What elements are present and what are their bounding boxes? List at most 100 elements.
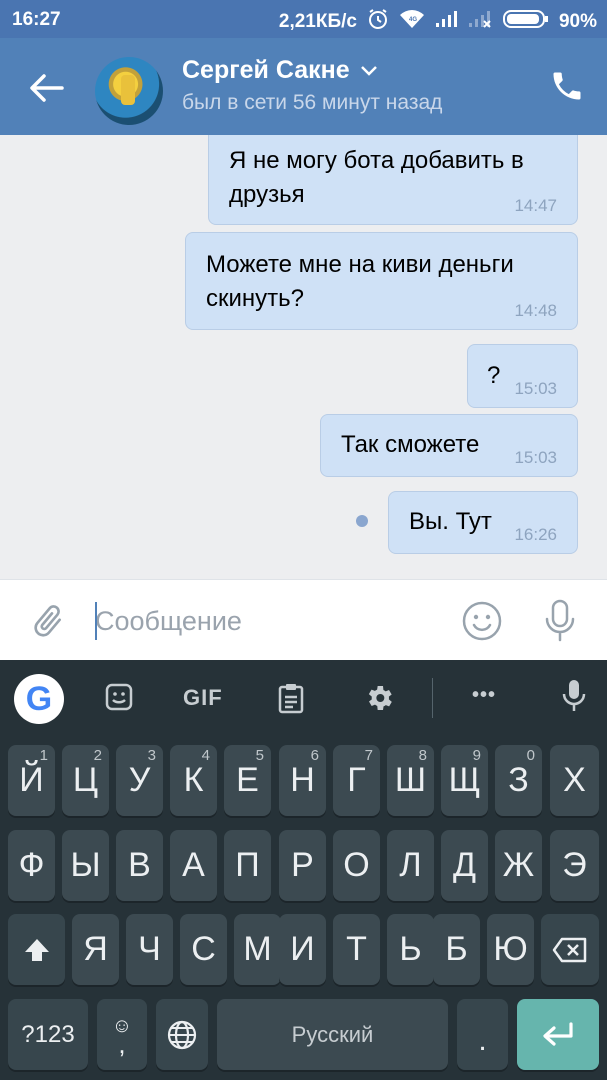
enter-key[interactable]: [517, 999, 599, 1070]
key-я[interactable]: Я: [72, 914, 119, 985]
key-hint: 8: [418, 747, 427, 764]
key-у[interactable]: У3: [116, 745, 163, 816]
key-з[interactable]: З0: [495, 745, 542, 816]
key-hint: 9: [472, 747, 481, 764]
key-label: Ы: [70, 846, 101, 884]
key-с[interactable]: С: [180, 914, 227, 985]
key-label: .: [478, 1024, 487, 1057]
symbols-key[interactable]: ?123: [8, 999, 88, 1070]
battery-icon: [502, 8, 550, 36]
chevron-down-icon: [360, 65, 377, 76]
key-и[interactable]: И: [279, 914, 326, 985]
key-ц[interactable]: Ц2: [62, 745, 109, 816]
key-label: К: [183, 761, 204, 799]
message-bubble[interactable]: Я не могу бота добавить в друзья 14:47: [208, 135, 578, 225]
attach-button[interactable]: [28, 600, 68, 644]
key-ж[interactable]: Ж: [495, 830, 542, 901]
key-в[interactable]: В: [116, 830, 163, 901]
key-ф[interactable]: Ф: [8, 830, 55, 901]
key-п[interactable]: П: [224, 830, 271, 901]
microphone-icon[interactable]: [561, 678, 587, 719]
language-key[interactable]: [156, 999, 208, 1070]
more-icon[interactable]: •••: [472, 684, 496, 707]
space-key[interactable]: Русский: [217, 999, 448, 1070]
key-т[interactable]: Т: [333, 914, 380, 985]
message-composer: [0, 579, 607, 660]
google-label: G: [25, 679, 53, 718]
shift-key[interactable]: [8, 914, 65, 985]
key-щ[interactable]: Щ9: [441, 745, 488, 816]
key-д[interactable]: Д: [441, 830, 488, 901]
voice-record-button[interactable]: [540, 598, 580, 644]
key-г[interactable]: Г7: [333, 745, 380, 816]
message-bubble[interactable]: Вы. Тут 16:26: [388, 491, 578, 554]
chat-header: Сергей Сакне был в сети 56 минут назад: [0, 38, 607, 135]
clipboard-icon[interactable]: [277, 682, 305, 719]
key-label: Ю: [493, 930, 528, 968]
key-label: Е: [236, 761, 259, 799]
key-hint: 2: [93, 747, 102, 764]
key-р[interactable]: Р: [279, 830, 326, 901]
key-й[interactable]: Й1: [8, 745, 55, 816]
google-icon[interactable]: G: [14, 674, 64, 724]
key-ы[interactable]: Ы: [62, 830, 109, 901]
emoji-comma-key[interactable]: ☺ ,: [97, 999, 147, 1070]
key-label: М: [243, 930, 272, 968]
key-ш[interactable]: Ш8: [387, 745, 434, 816]
gif-icon[interactable]: GIF: [183, 685, 223, 711]
key-label: Т: [346, 930, 367, 968]
keyboard-toolbar: G GIF •••: [0, 660, 607, 732]
key-э[interactable]: Э: [550, 830, 599, 901]
key-label: Ш: [394, 761, 427, 799]
status-bar: 16:27 2,21КБ/с 4G 90%: [0, 0, 607, 38]
key-hint: 4: [201, 747, 210, 764]
message-input[interactable]: [95, 600, 435, 642]
key-к[interactable]: К4: [170, 745, 217, 816]
message-time: 15:03: [514, 379, 557, 398]
contact-name-button[interactable]: Сергей Сакне: [182, 56, 378, 85]
emoji-button[interactable]: [461, 600, 503, 642]
backspace-icon: [552, 937, 587, 962]
key-а[interactable]: А: [170, 830, 217, 901]
message-text: Я не могу бота добавить в друзья: [229, 147, 524, 208]
key-hint: 7: [364, 747, 373, 764]
key-label: Д: [452, 846, 477, 884]
settings-icon[interactable]: [363, 682, 395, 719]
key-ч[interactable]: Ч: [126, 914, 173, 985]
message-text: Можете мне на киви деньги скинуть?: [206, 251, 514, 312]
enter-icon: [543, 1021, 573, 1046]
key-label: Русский: [291, 1021, 374, 1047]
signal-icon: [434, 9, 458, 35]
key-label: Н: [290, 761, 315, 799]
back-arrow-icon: [30, 74, 64, 102]
back-button[interactable]: [22, 68, 72, 108]
key-ю[interactable]: Ю: [487, 914, 534, 985]
key-н[interactable]: Н6: [279, 745, 326, 816]
key-hint: 0: [526, 747, 535, 764]
message-bubble[interactable]: Можете мне на киви деньги скинуть? 14:48: [185, 232, 578, 330]
message-bubble[interactable]: Так сможете 15:03: [320, 414, 578, 477]
key-м[interactable]: М: [234, 914, 281, 985]
signal-off-icon: [467, 9, 493, 35]
key-label: С: [191, 930, 216, 968]
key-о[interactable]: О: [333, 830, 380, 901]
key-л[interactable]: Л: [387, 830, 434, 901]
key-label: А: [182, 846, 205, 884]
key-е[interactable]: Е5: [224, 745, 271, 816]
period-key[interactable]: .: [457, 999, 508, 1070]
sticker-icon[interactable]: [104, 682, 134, 717]
last-seen-status: был в сети 56 минут назад: [182, 91, 443, 114]
message-list[interactable]: Я не могу бота добавить в друзья 14:47 М…: [0, 135, 607, 579]
key-ь[interactable]: Ь: [387, 914, 434, 985]
key-label: Ь: [399, 930, 422, 968]
key-label: Л: [399, 846, 422, 884]
backspace-key[interactable]: [541, 914, 599, 985]
key-label: Б: [445, 930, 468, 968]
avatar[interactable]: [95, 57, 163, 125]
key-label: У: [128, 761, 151, 799]
key-б[interactable]: Б: [433, 914, 480, 985]
battery-percent: 90%: [558, 11, 597, 32]
key-х[interactable]: Х: [550, 745, 599, 816]
message-bubble[interactable]: ? 15:03: [467, 344, 578, 408]
call-button[interactable]: [549, 68, 585, 104]
